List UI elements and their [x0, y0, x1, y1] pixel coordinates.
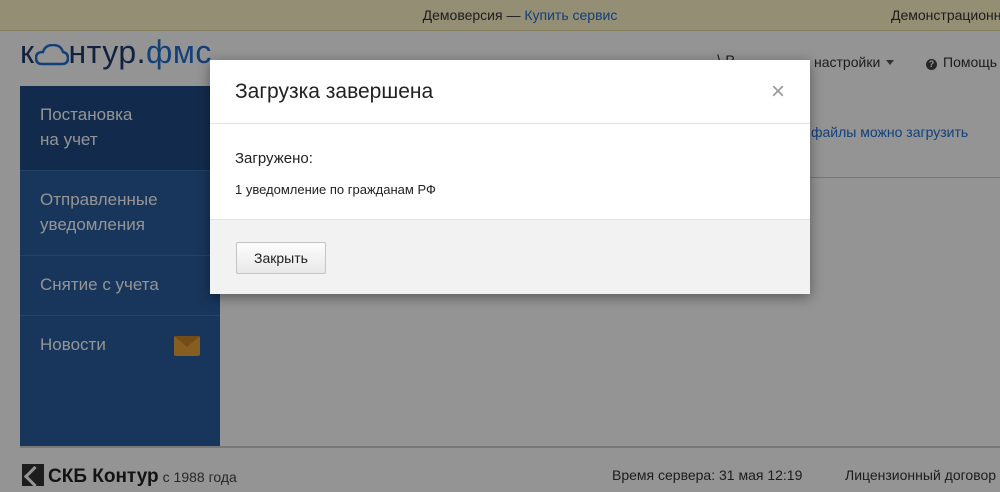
- close-button[interactable]: Закрыть: [236, 242, 326, 274]
- modal-header: Загрузка завершена ×: [210, 60, 810, 124]
- modal-title: Загрузка завершена: [235, 80, 434, 103]
- upload-complete-dialog: Загрузка завершена × Загружено: 1 уведом…: [210, 60, 810, 294]
- modal-body: Загружено: 1 уведомление по гражданам РФ: [210, 124, 810, 219]
- close-icon[interactable]: ×: [768, 79, 788, 105]
- uploaded-label: Загружено:: [235, 150, 313, 167]
- modal-footer: Закрыть: [210, 219, 810, 294]
- upload-result-text: 1 уведомление по гражданам РФ: [235, 182, 436, 197]
